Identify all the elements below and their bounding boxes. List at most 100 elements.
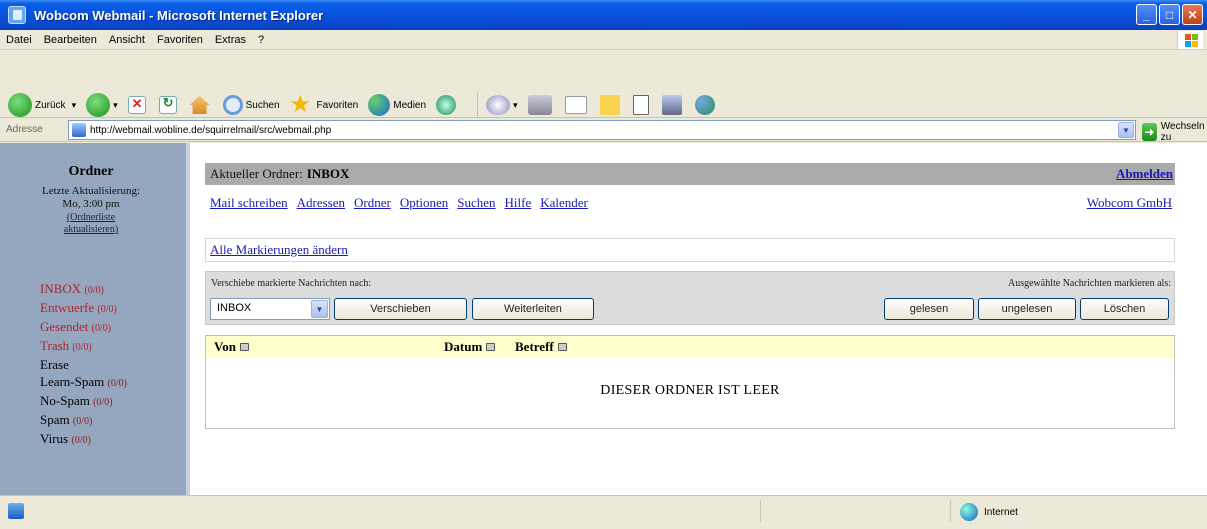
mark-label: Ausgewählte Nachrichten markieren als:: [1008, 278, 1171, 289]
minimize-button[interactable]: _: [1136, 4, 1157, 25]
folder-name: No-Spam: [40, 393, 90, 408]
document-button[interactable]: [632, 95, 652, 115]
menu-file[interactable]: Datei: [6, 34, 32, 46]
page-content: Ordner Letzte Aktualisierung: Mo, 3:00 p…: [0, 143, 1207, 495]
folder-name: Spam: [40, 412, 70, 427]
column-date[interactable]: Datum: [444, 339, 496, 355]
address-input[interactable]: http://webmail.wobline.de/squirrelmail/s…: [68, 120, 1136, 140]
search-button[interactable]: Suchen: [222, 95, 280, 115]
message-action-bar: Verschiebe markierte Nachrichten nach: A…: [205, 271, 1175, 325]
mail-button[interactable]: ▾: [486, 95, 518, 115]
messenger-button[interactable]: [694, 95, 718, 115]
move-target-select[interactable]: INBOX ▼: [210, 298, 330, 320]
folder-erase[interactable]: Erase: [40, 356, 127, 373]
folder-trash[interactable]: Trash (0/0): [40, 337, 127, 356]
nav-help[interactable]: Hilfe: [505, 195, 532, 211]
forward-button[interactable]: Weiterleiten: [472, 298, 594, 320]
sort-icon[interactable]: [486, 343, 496, 351]
history-icon: [436, 95, 457, 115]
media-icon: [368, 94, 391, 116]
nav-search[interactable]: Suchen: [457, 195, 495, 211]
sort-icon[interactable]: [239, 343, 249, 351]
status-panel-divider: [950, 500, 951, 522]
nav-calendar[interactable]: Kalender: [540, 195, 588, 211]
folder-no-spam[interactable]: No-Spam (0/0): [40, 392, 127, 411]
toolbar-separator: [477, 92, 479, 118]
maximize-button[interactable]: □: [1159, 4, 1180, 25]
nav-compose[interactable]: Mail schreiben: [210, 195, 288, 211]
address-label: Adresse: [6, 124, 43, 135]
folder-count: (0/0): [71, 435, 91, 446]
empty-folder-message: DIESER ORDNER IST LEER: [600, 383, 780, 398]
folder-sent[interactable]: Gesendet (0/0): [40, 318, 127, 337]
folder-virus[interactable]: Virus (0/0): [40, 430, 127, 449]
globe-icon: [960, 503, 978, 521]
forward-button[interactable]: ▾: [86, 93, 118, 117]
menu-edit[interactable]: Bearbeiten: [44, 34, 97, 46]
folder-count: (0/0): [72, 342, 92, 353]
folder-name: Gesendet: [40, 319, 89, 334]
research-button[interactable]: [661, 95, 685, 115]
go-label: Wechseln zu: [1160, 121, 1205, 143]
company-link[interactable]: Wobcom GmbH: [1087, 195, 1172, 211]
go-button[interactable]: ➜ Wechseln zu: [1142, 121, 1207, 143]
media-button[interactable]: Medien: [368, 94, 426, 116]
logout-link[interactable]: Abmelden: [1116, 166, 1173, 182]
move-button[interactable]: Verschieben: [334, 298, 467, 320]
address-bar: Adresse http://webmail.wobline.de/squirr…: [0, 118, 1207, 143]
home-icon: [189, 96, 210, 114]
menu-favorites[interactable]: Favoriten: [157, 34, 203, 46]
nav-folders[interactable]: Ordner: [354, 195, 391, 211]
page-icon: [72, 123, 86, 137]
folder-name: Learn-Spam: [40, 374, 105, 389]
mark-unread-button[interactable]: ungelesen: [978, 298, 1076, 320]
move-label: Verschiebe markierte Nachrichten nach:: [211, 278, 372, 289]
menu-tools[interactable]: Extras: [215, 34, 246, 46]
folder-name: Entwuerfe: [40, 300, 95, 315]
refresh-button[interactable]: [158, 95, 180, 114]
mark-read-button[interactable]: gelesen: [884, 298, 974, 320]
edit-icon: [564, 96, 587, 114]
back-button[interactable]: Zurück ▾: [8, 93, 76, 117]
folder-inbox[interactable]: INBOX (0/0): [40, 280, 127, 299]
message-list-header: Von Datum Betreff: [206, 336, 1174, 358]
refresh-icon: [158, 95, 177, 114]
folder-count: (0/0): [93, 397, 113, 408]
folder-learn-spam[interactable]: Learn-Spam (0/0): [40, 373, 127, 392]
column-from[interactable]: Von: [214, 339, 249, 355]
stop-button[interactable]: [127, 96, 149, 114]
column-subject[interactable]: Betreff: [515, 339, 567, 355]
go-arrow-icon: ➜: [1142, 123, 1157, 141]
refresh-folders-link-1[interactable]: (Ordnerliste: [67, 212, 115, 223]
last-update-label: Letzte Aktualisierung:: [41, 185, 141, 197]
print-button[interactable]: [527, 95, 555, 115]
history-button[interactable]: [436, 95, 459, 115]
menu-bar: Datei Bearbeiten Ansicht Favoriten Extra…: [0, 30, 1207, 50]
column-from-label: Von: [214, 339, 236, 354]
menu-help[interactable]: ?: [258, 34, 264, 46]
home-button[interactable]: [189, 96, 213, 114]
document-icon: [632, 95, 649, 115]
nav-options[interactable]: Optionen: [400, 195, 448, 211]
edit-button[interactable]: [564, 96, 590, 114]
discuss-button[interactable]: [599, 95, 623, 115]
mail-icon: [486, 95, 511, 115]
folder-count: (0/0): [72, 416, 93, 427]
delete-button[interactable]: Löschen: [1080, 298, 1169, 320]
ie-app-icon: [8, 6, 26, 24]
close-button[interactable]: ✕: [1182, 4, 1203, 25]
sort-icon[interactable]: [557, 343, 567, 351]
address-dropdown-icon[interactable]: ▼: [1118, 122, 1134, 138]
menu-view[interactable]: Ansicht: [109, 34, 145, 46]
search-icon: [222, 95, 243, 115]
folder-count: (0/0): [84, 285, 104, 296]
toggle-all-link[interactable]: Alle Markierungen ändern: [210, 242, 348, 257]
refresh-folders-link-2[interactable]: aktualisieren): [64, 224, 118, 235]
folder-sidebar: Ordner Letzte Aktualisierung: Mo, 3:00 p…: [0, 143, 190, 495]
page-status-icon: [8, 503, 24, 519]
folder-spam[interactable]: Spam (0/0): [40, 411, 127, 430]
folder-drafts[interactable]: Entwuerfe (0/0): [40, 299, 127, 318]
favorites-button[interactable]: ★ Favoriten: [290, 93, 359, 117]
nav-addresses[interactable]: Adressen: [297, 195, 345, 211]
search-label: Suchen: [245, 99, 280, 111]
